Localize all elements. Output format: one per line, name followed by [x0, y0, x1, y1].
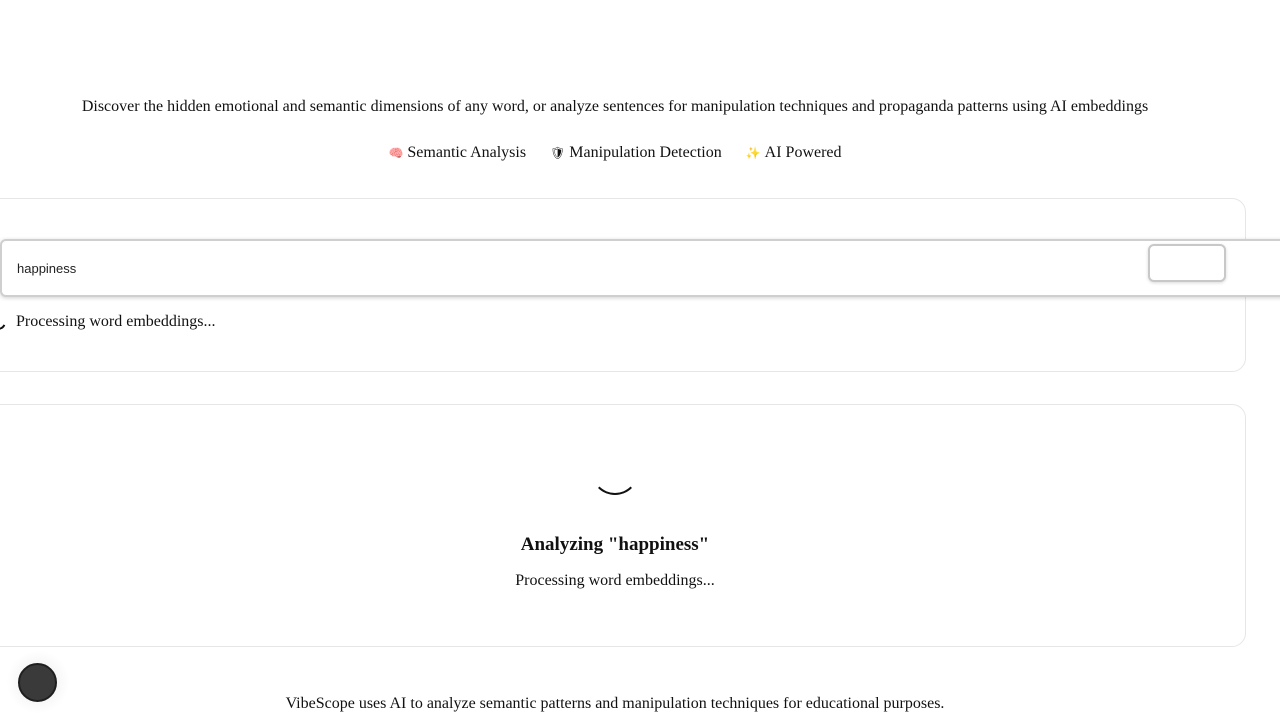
status-text: Processing word embeddings... [16, 313, 216, 330]
loading-spinner-icon [0, 311, 9, 333]
analyze-button[interactable] [1148, 244, 1226, 282]
shield-icon: 🛡 [550, 146, 566, 160]
feature-label: Semantic Analysis [407, 144, 527, 161]
floating-action-button[interactable] [18, 663, 57, 702]
loading-spinner-icon [591, 447, 639, 495]
feature-semantic-analysis: 🧠 Semantic Analysis [388, 142, 526, 164]
page: Discover the hidden emotional and semant… [0, 0, 1280, 720]
feature-list: 🧠 Semantic Analysis 🛡 Manipulation Detec… [0, 142, 1230, 164]
footer-disclaimer: VibeScope uses AI to analyze semantic pa… [285, 695, 945, 712]
search-box [0, 239, 1280, 297]
analyzing-subtitle: Processing word embeddings... [515, 572, 715, 589]
page-subtitle: Discover the hidden emotional and semant… [81, 98, 1149, 115]
processing-status: Processing word embeddings... [0, 311, 216, 333]
feature-ai-powered: ✨ AI Powered [746, 142, 842, 164]
sparkles-icon: ✨ [745, 146, 761, 160]
feature-manipulation-detection: 🛡 Manipulation Detection [550, 142, 722, 164]
analyzing-title: Analyzing "happiness" [520, 534, 710, 555]
word-input[interactable] [17, 258, 1117, 278]
results-card [0, 404, 1246, 647]
feature-label: Manipulation Detection [569, 144, 722, 161]
feature-label: AI Powered [764, 144, 842, 161]
brain-icon: 🧠 [388, 146, 404, 160]
